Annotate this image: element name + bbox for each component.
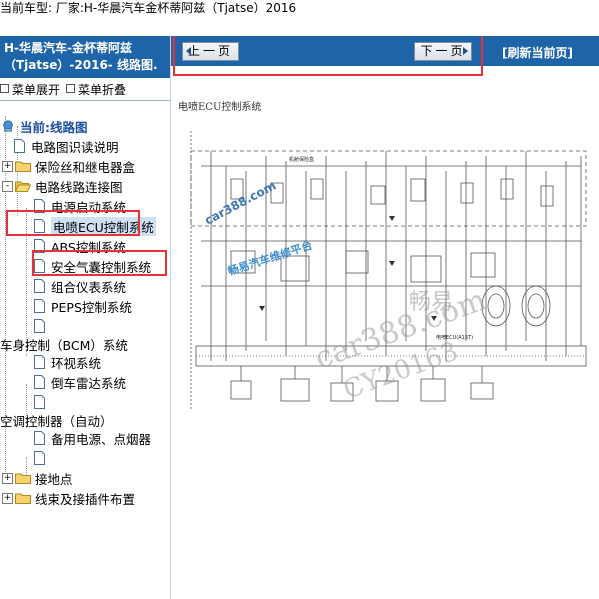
tree-item-surround[interactable]: 环视系统: [34, 352, 101, 372]
vehicle-info-text: 当前车型: 厂家:H-华晨汽车金杯蒂阿兹（Tjatse）2016: [0, 1, 297, 15]
prev-page-label: 上一页: [187, 44, 233, 58]
collapse-menu-label: 菜单折叠: [78, 82, 127, 97]
tree-item-cluster[interactable]: 组合仪表系统: [34, 276, 126, 296]
panel-title-line2: （Tjatse）-2016- 线路图.: [4, 58, 158, 72]
tree-root-label: 当前:线路图: [20, 119, 88, 135]
document-icon: [14, 139, 25, 153]
tree-item-label: 安全气囊控制系统: [51, 259, 152, 275]
folder-icon: [15, 473, 31, 484]
collapse-menu-button[interactable]: 菜单折叠: [66, 81, 126, 98]
document-icon: [34, 395, 45, 409]
tree-item-power-lighter[interactable]: 备用电源、点烟器: [34, 428, 151, 448]
folder-icon: [15, 161, 31, 172]
vehicle-info-bar: 当前车型: 厂家:H-华晨汽车金杯蒂阿兹（Tjatse）2016: [0, 0, 599, 18]
content-area: 上一页 下一页 [刷新当前页] 电喷ECU控制系统 机舱保险盒 电喷ECU(A1…: [171, 36, 599, 599]
arrow-left-icon: [186, 47, 191, 55]
document-icon: [34, 279, 45, 293]
document-icon: [34, 259, 45, 273]
arrow-right-icon: [463, 47, 468, 55]
diagram-ecu-label: 电喷ECU(A15T): [436, 334, 473, 341]
document-icon: [34, 319, 45, 333]
refresh-link[interactable]: [刷新当前页]: [502, 44, 573, 61]
next-page-button[interactable]: 下一页: [414, 42, 472, 61]
panel-title: H-华晨汽车-金杯蒂阿兹 （Tjatse）-2016- 线路图.: [0, 36, 170, 78]
tree-item-label: 组合仪表系统: [51, 279, 127, 295]
expand-toggle-icon[interactable]: +: [2, 492, 13, 504]
tree-text-ac[interactable]: 空调控制器（自动）: [0, 410, 113, 430]
tree-item-label: 电喷ECU控制系统: [51, 216, 156, 236]
left-navigation-panel: H-华晨汽车-金杯蒂阿兹 （Tjatse）-2016- 线路图. 菜单展开 菜单…: [0, 36, 171, 599]
menu-controls: 菜单展开 菜单折叠: [0, 78, 170, 100]
collapse-toggle-icon[interactable]: -: [2, 180, 13, 192]
tree-item-unnamed[interactable]: [34, 316, 51, 336]
computer-globe-icon: [3, 120, 13, 132]
document-icon: [34, 219, 45, 233]
tree-item-readme[interactable]: 电路图识读说明: [14, 136, 119, 156]
tree-item-label: PEPS控制系统: [51, 299, 132, 315]
expand-menu-label: 菜单展开: [12, 82, 61, 97]
tree-item-unnamed[interactable]: [34, 448, 51, 468]
tree-item-abs[interactable]: ABS控制系统: [34, 236, 126, 256]
tree-folder-fuses[interactable]: + 保险丝和继电器盒: [2, 156, 135, 176]
tree-item-label: 空调控制器（自动）: [0, 413, 113, 429]
tree-item-label: 备用电源、点烟器: [51, 431, 152, 447]
tree-folder-ground[interactable]: + 接地点: [2, 468, 73, 488]
expand-toggle-icon[interactable]: +: [2, 160, 13, 172]
tree-item-airbag[interactable]: 安全气囊控制系统: [34, 256, 151, 276]
page-toolbar: 上一页 下一页 [刷新当前页]: [171, 36, 599, 66]
tree-item-label: 接地点: [35, 471, 73, 487]
tree-item-ecu-selected[interactable]: 电喷ECU控制系统: [34, 216, 156, 236]
tree-item-label: 环视系统: [51, 355, 102, 371]
folder-open-icon: [15, 181, 31, 192]
document-icon: [34, 451, 45, 465]
tree-item-parking-radar[interactable]: 倒车雷达系统: [34, 372, 126, 392]
tree-item-peps[interactable]: PEPS控制系统: [34, 296, 132, 316]
document-icon: [34, 375, 45, 389]
tree-text-bcm[interactable]: 车身控制（BCM）系统: [0, 334, 128, 354]
tree-item-label: 电路图识读说明: [31, 139, 119, 155]
tree-item-label: 保险丝和继电器盒: [35, 159, 136, 175]
tree-item-power[interactable]: 电源启动系统: [34, 196, 126, 216]
wiring-diagram: 机舱保险盒 电喷ECU(A15T): [190, 131, 587, 411]
expand-menu-button[interactable]: 菜单展开: [0, 81, 60, 98]
document-icon: [34, 239, 45, 253]
document-icon: [34, 431, 45, 445]
tree-item-label: 倒车雷达系统: [51, 375, 127, 391]
tree-item-label: ABS控制系统: [51, 239, 126, 255]
tree-item-unnamed[interactable]: [34, 392, 51, 412]
next-page-label: 下一页: [420, 44, 466, 58]
tree-root-current[interactable]: 当前:线路图: [0, 116, 88, 136]
panel-title-line1: H-华晨汽车-金杯蒂阿兹: [4, 41, 133, 55]
divider: [0, 100, 170, 101]
tree-item-label: 电路线路连接图: [35, 179, 123, 195]
document-icon: [34, 355, 45, 369]
tree-item-label: 电源启动系统: [51, 199, 127, 215]
square-bullet-icon: [66, 83, 76, 93]
menu-tree: 当前:线路图 电路图识读说明 + 保险丝和继电器盒 - 电路线路连接图 电源启动…: [0, 116, 170, 536]
diagram-fusebox-label: 机舱保险盒: [289, 156, 314, 163]
expand-toggle-icon[interactable]: +: [2, 472, 13, 484]
tree-folder-wiring[interactable]: - 电路线路连接图: [2, 176, 123, 196]
square-bullet-icon: [0, 83, 9, 93]
document-icon: [34, 199, 45, 213]
folder-icon: [15, 493, 31, 504]
prev-page-button[interactable]: 上一页: [182, 42, 239, 61]
tree-item-label: 车身控制（BCM）系统: [0, 337, 128, 353]
tree-item-label: 线束及接插件布置: [35, 491, 136, 507]
tree-folder-harness[interactable]: + 线束及接插件布置: [2, 488, 135, 508]
document-icon: [34, 299, 45, 313]
